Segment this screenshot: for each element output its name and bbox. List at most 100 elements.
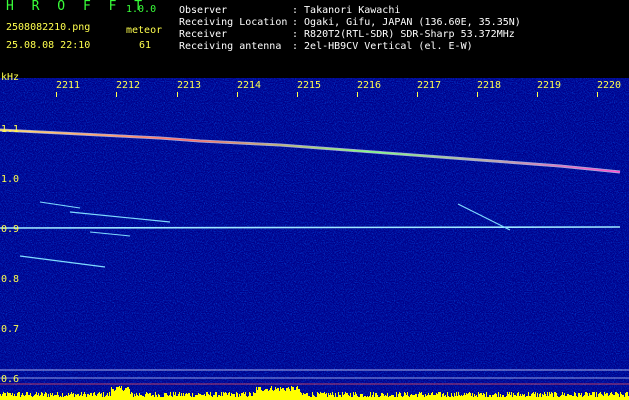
activity-bar [29,395,30,400]
activity-bar [129,389,130,400]
activity-bar [252,396,253,400]
y-tick-label: 0.6 [1,374,20,385]
activity-bar [205,396,206,400]
activity-bar [511,392,512,400]
activity-bar [457,396,458,400]
activity-bar [509,392,510,400]
activity-bar [543,395,544,400]
activity-bar [46,393,47,400]
activity-bar [256,387,257,400]
activity-bar [109,392,110,400]
activity-bar [236,392,237,400]
activity-bar [322,393,323,400]
header-panel: H R O F F T 1.0.0 2508082210.png meteor … [0,0,629,78]
x-tick-mark [237,92,238,97]
activity-bar [190,396,191,400]
activity-bar [68,393,69,400]
activity-bar [110,396,111,400]
activity-bar [51,395,52,400]
activity-bar [43,396,44,400]
activity-bar [112,389,113,400]
activity-bar [55,395,56,400]
activity-bar [206,392,207,400]
activity-bar [223,392,224,400]
activity-bar [615,392,616,400]
x-tick-mark [177,92,178,97]
activity-bar [328,393,329,400]
activity-bar [132,393,133,400]
activity-bar [528,392,529,400]
activity-bar [13,396,14,400]
activity-bar [411,394,412,400]
activity-bar [389,396,390,400]
activity-bar [439,392,440,400]
activity-bar [531,394,532,400]
activity-bar [560,396,561,400]
activity-bar [284,390,285,400]
x-tick-mark [417,92,418,97]
activity-bar [244,394,245,400]
x-tick-label: 2211 [56,80,81,91]
activity-bar [106,395,107,400]
activity-bar [188,393,189,400]
activity-bar [199,394,200,400]
activity-bar [176,396,177,400]
activity-bar [353,392,354,400]
activity-bar [118,387,119,400]
activity-bar [241,393,242,400]
activity-bar [495,393,496,400]
activity-bar [566,396,567,400]
activity-bar [153,395,154,400]
activity-bar [584,395,585,400]
activity-bar [234,394,235,400]
activity-bar [25,395,26,400]
activity-bar [609,395,610,400]
activity-bar [625,393,626,400]
activity-bar [225,392,226,400]
activity-bar [377,395,378,400]
activity-bar [56,395,57,400]
location-value: : Ogaki, Gifu, JAPAN (136.60E, 35.35N) [292,17,521,28]
activity-bar [265,389,266,400]
activity-bar [261,390,262,400]
activity-bar [96,396,97,400]
activity-bar [12,393,13,400]
activity-bar [306,393,307,400]
activity-bar [137,395,138,400]
activity-bar [126,388,127,400]
activity-bar [5,393,6,400]
activity-bar [249,392,250,400]
activity-bar [460,396,461,400]
activity-bar [444,396,445,400]
activity-bar [218,395,219,400]
activity-bar [603,396,604,400]
activity-bar [36,392,37,400]
activity-bar [329,395,330,400]
activity-bar [274,390,275,400]
activity-bar [506,396,507,400]
activity-bar [130,394,131,400]
activity-bar [38,393,39,400]
activity-bar [443,393,444,400]
activity-bar [9,393,10,400]
activity-bar [373,392,374,400]
activity-bar [455,396,456,400]
activity-bar [101,393,102,400]
activity-bar [258,387,259,400]
activity-bar [407,392,408,400]
x-tick-label: 2216 [357,80,382,91]
activity-bar [608,396,609,400]
activity-bar [303,393,304,400]
x-tick-label: 2215 [297,80,322,91]
activity-bar [283,388,284,400]
activity-bar [463,395,464,400]
activity-bar [168,396,169,400]
activity-bar [266,389,267,400]
activity-bar [64,396,65,400]
activity-bar [486,392,487,400]
activity-bar [80,395,81,400]
activity-bar [207,392,208,400]
activity-bar [33,396,34,400]
activity-bar [95,395,96,400]
activity-bar [156,395,157,400]
